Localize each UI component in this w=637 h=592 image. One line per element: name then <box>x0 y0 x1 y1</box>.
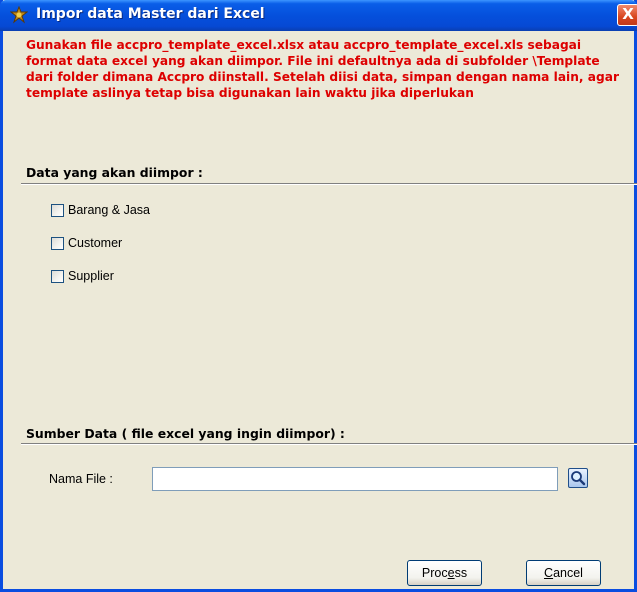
checkbox-supplier-label[interactable]: Supplier <box>68 269 114 283</box>
checkbox-supplier-box[interactable] <box>51 269 64 283</box>
checkbox-barang-jasa-label[interactable]: Barang & Jasa <box>68 203 150 217</box>
import-separator <box>21 183 637 185</box>
source-separator <box>21 443 637 445</box>
cancel-label-post: ancel <box>553 566 583 580</box>
window-title: Impor data Master dari Excel <box>36 6 265 22</box>
file-name-label: Nama File : <box>49 472 113 486</box>
import-section-label: Data yang akan diimpor : <box>26 165 203 180</box>
checkbox-customer[interactable]: Customer <box>51 235 122 251</box>
checkbox-customer-box[interactable] <box>51 236 64 250</box>
checkbox-barang-jasa-box[interactable] <box>51 203 64 217</box>
process-label-key: e <box>447 566 455 580</box>
process-label-post: ss <box>454 566 468 580</box>
file-name-input[interactable] <box>152 467 558 491</box>
browse-button[interactable] <box>568 468 588 488</box>
checkbox-customer-label[interactable]: Customer <box>68 236 122 250</box>
magnifier-icon <box>571 471 586 486</box>
title-bar[interactable]: Impor data Master dari Excel X <box>0 0 637 31</box>
checkbox-supplier[interactable]: Supplier <box>51 268 114 284</box>
app-icon <box>10 6 28 24</box>
process-button[interactable]: Process <box>407 560 482 586</box>
close-icon: X <box>622 5 634 23</box>
import-dialog: Impor data Master dari Excel X Gunakan f… <box>0 0 637 592</box>
source-section-label: Sumber Data ( file excel yang ingin diim… <box>26 426 345 441</box>
instruction-notice: Gunakan file accpro_template_excel.xlsx … <box>26 38 619 100</box>
checkbox-barang-jasa[interactable]: Barang & Jasa <box>51 202 150 218</box>
close-button[interactable]: X <box>617 4 637 26</box>
cancel-button[interactable]: Cancel <box>526 560 601 586</box>
process-label-pre: Proc <box>421 566 448 580</box>
cancel-label-key: C <box>544 566 554 580</box>
